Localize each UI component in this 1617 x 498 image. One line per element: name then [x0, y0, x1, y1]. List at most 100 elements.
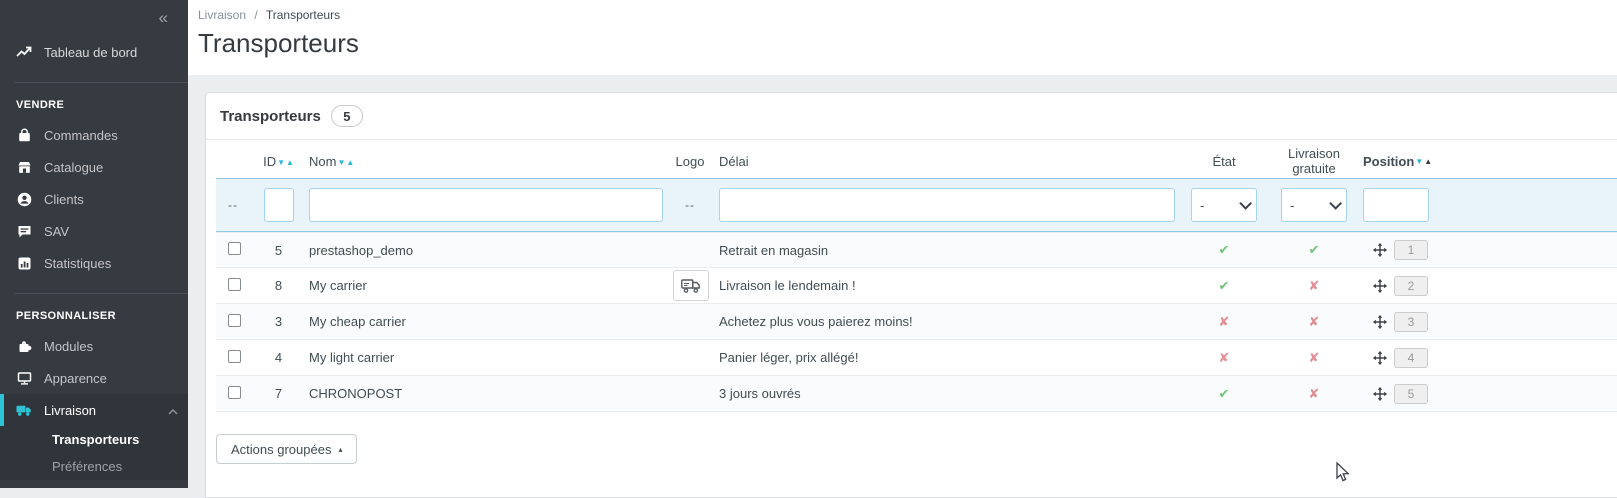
- sidebar-section-personnaliser: PERSONNALISER: [0, 294, 188, 330]
- table-body: 5 prestashop_demo Retrait en magasin ✔ ✔…: [216, 232, 1617, 412]
- chevron-up-icon: [168, 403, 178, 418]
- free-shipping-icon[interactable]: ✘: [1309, 386, 1320, 401]
- chevron-down-icon: [1329, 197, 1342, 210]
- position-value: 2: [1394, 276, 1428, 296]
- page-header: Livraison / Transporteurs Transporteurs: [188, 0, 1617, 75]
- sort-asc-icon[interactable]: ▲: [286, 158, 294, 167]
- row-checkbox[interactable]: [228, 278, 241, 291]
- table-row: 3 My cheap carrier Achetez plus vous pai…: [216, 304, 1617, 340]
- person-circle-icon: [16, 191, 32, 207]
- table-row: 4 My light carrier Panier léger, prix al…: [216, 340, 1617, 376]
- filter-free-shipping-select[interactable]: -: [1281, 188, 1347, 222]
- row-delay: Achetez plus vous paierez moins!: [711, 314, 1179, 329]
- column-label: Position: [1363, 154, 1414, 169]
- sidebar-subitem-preferences[interactable]: Préférences: [0, 453, 188, 480]
- sidebar-item-label: Clients: [44, 192, 84, 207]
- select-value: -: [1200, 198, 1204, 213]
- column-label: Nom: [309, 154, 336, 169]
- sidebar-item-apparence[interactable]: Apparence: [0, 362, 188, 394]
- row-checkbox[interactable]: [228, 242, 241, 255]
- filter-empty-marker: --: [216, 198, 256, 212]
- move-handle-icon[interactable]: [1373, 315, 1387, 329]
- row-checkbox[interactable]: [228, 314, 241, 327]
- sidebar-item-catalogue[interactable]: Catalogue: [0, 151, 188, 183]
- status-icon[interactable]: ✔: [1219, 242, 1230, 257]
- sidebar: « Tableau de bord VENDRE Commandes Catal…: [0, 0, 188, 488]
- row-id: 7: [256, 386, 301, 401]
- sidebar-subitem-transporteurs[interactable]: Transporteurs: [0, 426, 188, 453]
- position-value: 1: [1394, 240, 1428, 260]
- row-name: My carrier: [301, 278, 669, 293]
- sidebar-collapse-icon[interactable]: «: [159, 8, 168, 28]
- breadcrumb-current: Transporteurs: [266, 8, 340, 22]
- store-icon: [16, 159, 32, 175]
- column-header-nom[interactable]: Nom▼▲: [301, 154, 669, 169]
- sort-asc-icon[interactable]: ▲: [346, 158, 354, 167]
- move-handle-icon[interactable]: [1373, 387, 1387, 401]
- table-row: 8 My carrier Livraison le lendemain ! ✔ …: [216, 268, 1617, 304]
- move-handle-icon[interactable]: [1373, 243, 1387, 257]
- page-title: Transporteurs: [198, 28, 1617, 59]
- row-name: My cheap carrier: [301, 314, 669, 329]
- breadcrumb: Livraison / Transporteurs: [198, 8, 1617, 22]
- sidebar-item-livraison[interactable]: Livraison: [0, 394, 188, 426]
- sidebar-item-statistiques[interactable]: Statistiques: [0, 247, 188, 279]
- free-shipping-icon[interactable]: ✘: [1309, 350, 1320, 365]
- row-checkbox[interactable]: [228, 386, 241, 399]
- sort-desc-icon[interactable]: ▼: [277, 158, 285, 167]
- row-id: 4: [256, 350, 301, 365]
- sidebar-item-commandes[interactable]: Commandes: [0, 119, 188, 151]
- panel-title: Transporteurs: [220, 108, 321, 125]
- move-handle-icon[interactable]: [1373, 279, 1387, 293]
- sort-desc-icon[interactable]: ▼: [337, 158, 345, 167]
- column-header-logo: Logo: [669, 154, 711, 169]
- free-shipping-icon[interactable]: ✔: [1309, 242, 1320, 257]
- sidebar-item-label: Modules: [44, 339, 93, 354]
- row-delay: Retrait en magasin: [711, 243, 1179, 258]
- position-value: 4: [1394, 348, 1428, 368]
- status-icon[interactable]: ✘: [1219, 350, 1230, 365]
- breadcrumb-parent[interactable]: Livraison: [198, 8, 246, 22]
- main-content: Livraison / Transporteurs Transporteurs …: [188, 0, 1617, 488]
- column-header-id[interactable]: ID▼▲: [256, 154, 301, 169]
- row-delay: 3 jours ouvrés: [711, 386, 1179, 401]
- status-icon[interactable]: ✔: [1219, 386, 1230, 401]
- row-checkbox[interactable]: [228, 350, 241, 363]
- status-icon[interactable]: ✔: [1219, 278, 1230, 293]
- shopping-bag-icon: [16, 127, 32, 143]
- free-shipping-icon[interactable]: ✘: [1309, 278, 1320, 293]
- bulk-actions-button[interactable]: Actions groupées ▴: [216, 434, 357, 464]
- sidebar-item-clients[interactable]: Clients: [0, 183, 188, 215]
- sidebar-item-modules[interactable]: Modules: [0, 330, 188, 362]
- filter-delay-input[interactable]: [719, 188, 1175, 222]
- sort-asc-icon[interactable]: ▲: [1424, 157, 1432, 166]
- column-header-position[interactable]: Position▼▲: [1359, 154, 1441, 169]
- filter-position-input[interactable]: [1363, 188, 1429, 222]
- free-shipping-icon[interactable]: ✘: [1309, 314, 1320, 329]
- caret-up-icon: ▴: [338, 445, 342, 454]
- filter-id-input[interactable]: [264, 188, 294, 222]
- row-delay: Panier léger, prix allégé!: [711, 350, 1179, 365]
- panel-header: Transporteurs 5: [206, 93, 1617, 140]
- sort-desc-icon[interactable]: ▼: [1415, 157, 1423, 166]
- active-indicator: [0, 394, 4, 426]
- row-id: 3: [256, 314, 301, 329]
- row-id: 8: [256, 278, 301, 293]
- sidebar-item-label: Commandes: [44, 128, 118, 143]
- move-handle-icon[interactable]: [1373, 351, 1387, 365]
- bar-chart-icon: [16, 255, 32, 271]
- row-name: My light carrier: [301, 350, 669, 365]
- puzzle-icon: [16, 338, 32, 354]
- status-icon[interactable]: ✘: [1219, 314, 1230, 329]
- sidebar-livraison-block: Livraison Transporteurs Préférences: [0, 394, 188, 480]
- carrier-logo: [673, 270, 709, 301]
- sidebar-item-dashboard[interactable]: Tableau de bord: [0, 36, 188, 68]
- sidebar-item-sav[interactable]: SAV: [0, 215, 188, 247]
- filter-name-input[interactable]: [309, 188, 663, 222]
- filter-row: -- -- - -: [216, 178, 1617, 232]
- table-row: 5 prestashop_demo Retrait en magasin ✔ ✔…: [216, 232, 1617, 268]
- sidebar-item-label: SAV: [44, 224, 69, 239]
- mouse-cursor: [1336, 462, 1351, 483]
- bulk-actions-label: Actions groupées: [231, 442, 331, 457]
- filter-status-select[interactable]: -: [1191, 188, 1257, 222]
